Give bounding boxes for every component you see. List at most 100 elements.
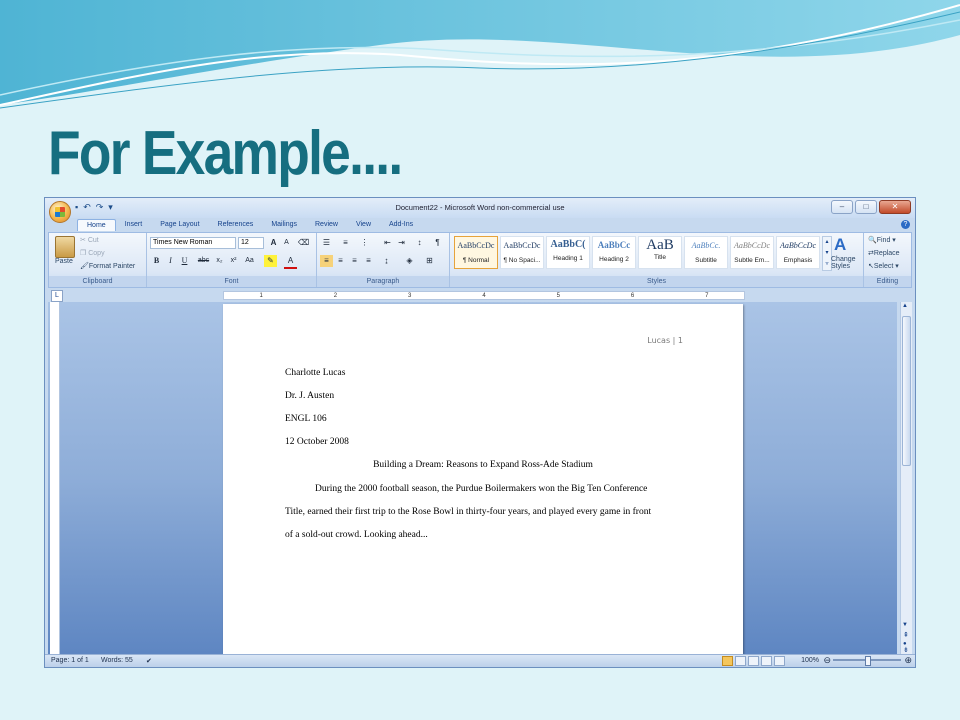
- find-button[interactable]: 🔍Find ▾: [868, 236, 896, 244]
- document-page[interactable]: Lucas | 1 Charlotte Lucas Dr. J. Austen …: [223, 304, 743, 656]
- ruler-number: 5: [556, 293, 560, 299]
- office-button[interactable]: [49, 201, 71, 223]
- zoom-level[interactable]: 100%: [801, 657, 819, 664]
- maximize-button[interactable]: □: [855, 200, 877, 214]
- scroll-down-icon[interactable]: ▼: [902, 622, 908, 628]
- numbering-icon[interactable]: ≡: [339, 237, 352, 249]
- help-icon[interactable]: ?: [901, 220, 910, 229]
- zoom-in-icon[interactable]: ⊕: [904, 655, 912, 666]
- replace-button[interactable]: ⇄Replace: [868, 249, 900, 257]
- style-subtitle[interactable]: AaBbCc. Subtitle: [684, 236, 728, 269]
- font-group: Times New Roman 12 A A ⌫ B I U abc x₂ x²…: [147, 233, 317, 287]
- paste-icon[interactable]: [55, 236, 75, 258]
- paintbrush-icon: 🖌: [80, 263, 89, 270]
- style-no-spacing[interactable]: AaBbCcDc ¶ No Spaci...: [500, 236, 544, 269]
- previous-page-icon[interactable]: ⇞: [903, 631, 909, 639]
- scroll-up-icon[interactable]: ▲: [902, 303, 908, 309]
- next-page-icon[interactable]: ⇟: [903, 646, 909, 654]
- shading-icon[interactable]: ◈: [403, 255, 416, 267]
- shrink-font-icon[interactable]: A: [280, 237, 293, 249]
- replace-label: Replace: [873, 250, 900, 257]
- style-subtle-emphasis[interactable]: AaBbCcDc Subtle Em...: [730, 236, 774, 269]
- paste-button[interactable]: Paste: [55, 258, 73, 265]
- minimize-button[interactable]: –: [831, 200, 853, 214]
- style-emphasis[interactable]: AaBbCcDc Emphasis: [776, 236, 820, 269]
- style-name: ¶ Normal: [462, 257, 490, 264]
- slide-title: For Example....: [48, 119, 403, 188]
- binoculars-icon: 🔍: [868, 237, 877, 244]
- style-heading-2[interactable]: AaBbCc Heading 2: [592, 236, 636, 269]
- align-left-icon[interactable]: ≡: [320, 255, 333, 267]
- format-painter-label: Format Painter: [88, 263, 136, 270]
- tab-selector-icon[interactable]: L: [51, 290, 63, 302]
- bullets-icon[interactable]: ☰: [320, 237, 333, 249]
- tab-home[interactable]: Home: [77, 219, 116, 231]
- tab-insert[interactable]: Insert: [116, 219, 152, 231]
- date-line: 12 October 2008: [285, 437, 349, 447]
- draft-icon[interactable]: [774, 656, 785, 666]
- style-normal[interactable]: AaBbCcDc ¶ Normal: [454, 236, 498, 269]
- vertical-ruler[interactable]: [50, 302, 60, 654]
- cut-button[interactable]: ✂ Cut: [80, 236, 99, 244]
- decrease-indent-icon[interactable]: ⇤: [381, 237, 394, 249]
- style-sample: AaBbCc.: [691, 241, 721, 250]
- full-screen-reading-icon[interactable]: [735, 656, 746, 666]
- copy-label: Copy: [88, 250, 105, 257]
- select-button[interactable]: ↖Select ▾: [868, 262, 899, 270]
- style-heading-1[interactable]: AaBbC(Heading 1: [546, 236, 590, 269]
- page-count[interactable]: Page: 1 of 1: [51, 657, 89, 664]
- sort-icon[interactable]: ↕: [413, 237, 426, 249]
- increase-indent-icon[interactable]: ⇥: [395, 237, 408, 249]
- change-styles-button[interactable]: Change Styles: [831, 256, 856, 270]
- tab-view[interactable]: View: [347, 219, 380, 231]
- zoom-out-icon[interactable]: ⊖: [823, 655, 831, 666]
- proofing-icon[interactable]: ✔: [146, 657, 152, 665]
- web-layout-icon[interactable]: [748, 656, 759, 666]
- change-case-icon[interactable]: Aa: [243, 255, 256, 267]
- subscript-icon[interactable]: x₂: [213, 255, 226, 267]
- align-center-icon[interactable]: ≡: [334, 255, 347, 267]
- zoom-slider-knob[interactable]: [865, 656, 871, 666]
- ruler-number: 4: [482, 293, 486, 299]
- font-size-select[interactable]: 12: [238, 237, 264, 249]
- tab-page-layout[interactable]: Page Layout: [151, 219, 208, 231]
- font-color-icon[interactable]: A: [284, 255, 297, 269]
- clipboard-label: Clipboard: [49, 276, 146, 287]
- editing-label: Editing: [864, 276, 911, 287]
- office-logo-icon: [55, 207, 65, 217]
- tab-review[interactable]: Review: [306, 219, 347, 231]
- tab-add-ins[interactable]: Add-Ins: [380, 219, 422, 231]
- line-spacing-icon[interactable]: ↨: [380, 255, 393, 267]
- style-title[interactable]: AaB Title: [638, 236, 682, 269]
- grow-font-icon[interactable]: A: [267, 237, 280, 249]
- copy-icon: ❐: [80, 250, 89, 257]
- justify-icon[interactable]: ≡: [362, 255, 375, 267]
- multilevel-list-icon[interactable]: ⋮: [358, 237, 371, 249]
- show-marks-icon[interactable]: ¶: [431, 237, 444, 249]
- horizontal-ruler[interactable]: 1 2 3 4 5 6 7: [223, 291, 745, 300]
- clear-formatting-icon[interactable]: ⌫: [297, 237, 310, 249]
- strikethrough-icon[interactable]: abc: [197, 255, 210, 267]
- close-button[interactable]: ✕: [879, 200, 911, 214]
- font-name-select[interactable]: Times New Roman: [150, 237, 236, 249]
- format-painter-button[interactable]: 🖌Format Painter: [80, 262, 135, 270]
- superscript-icon[interactable]: x²: [227, 255, 240, 267]
- page-header: Lucas | 1: [647, 336, 683, 345]
- scroll-thumb[interactable]: [902, 316, 911, 466]
- tab-mailings[interactable]: Mailings: [262, 219, 306, 231]
- tab-references[interactable]: References: [209, 219, 263, 231]
- bold-icon[interactable]: B: [150, 255, 163, 267]
- underline-icon[interactable]: U: [178, 255, 191, 267]
- align-right-icon[interactable]: ≡: [348, 255, 361, 267]
- vertical-scrollbar[interactable]: ▲ ▼ ⇞ ● ⇟: [900, 302, 912, 654]
- print-layout-icon[interactable]: [722, 656, 733, 666]
- outline-icon[interactable]: [761, 656, 772, 666]
- word-count[interactable]: Words: 55: [101, 657, 133, 664]
- italic-icon[interactable]: I: [164, 255, 177, 267]
- ruler-number: 1: [259, 293, 263, 299]
- copy-button[interactable]: ❐ Copy: [80, 249, 105, 257]
- borders-icon[interactable]: ⊞: [423, 255, 436, 267]
- course-line: ENGL 106: [285, 414, 327, 424]
- highlight-icon[interactable]: ✎: [264, 255, 277, 267]
- zoom-slider[interactable]: [833, 656, 901, 666]
